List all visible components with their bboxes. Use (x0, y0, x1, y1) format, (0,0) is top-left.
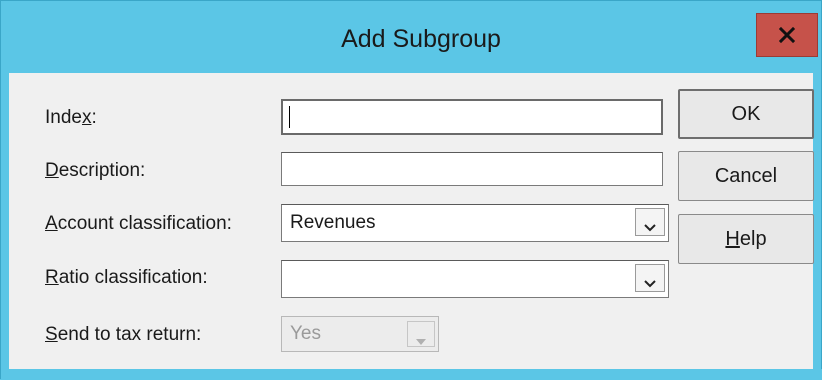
close-button[interactable] (756, 13, 818, 57)
account-classification-dropdown-button[interactable] (635, 208, 665, 236)
window-bottom-border (1, 369, 822, 380)
account-classification-value: Revenues (290, 212, 376, 233)
send-to-tax-return-select[interactable]: Yes (281, 316, 439, 352)
close-icon (778, 26, 796, 44)
index-input[interactable] (281, 99, 663, 135)
index-label: Index: (45, 107, 97, 128)
send-to-tax-return-value: Yes (290, 323, 321, 344)
triangle-down-icon (415, 330, 427, 345)
chevron-down-icon (643, 217, 657, 232)
title-bar[interactable]: Add Subgroup (1, 1, 821, 71)
ratio-classification-dropdown-button[interactable] (635, 264, 665, 292)
description-label: Description: (45, 160, 146, 181)
add-subgroup-dialog: Add Subgroup Index: Description: Account… (0, 0, 822, 380)
ratio-classification-label: Ratio classification: (45, 267, 208, 288)
help-button[interactable]: Help (678, 214, 814, 264)
text-caret (289, 106, 290, 128)
send-to-tax-return-label: Send to tax return: (45, 324, 202, 345)
account-classification-select[interactable]: Revenues (281, 204, 669, 242)
ok-button[interactable]: OK (678, 89, 814, 139)
cancel-button[interactable]: Cancel (678, 151, 814, 201)
dialog-body: Index: Description: Account classificati… (9, 73, 814, 369)
send-to-tax-return-dropdown-button[interactable] (407, 321, 435, 347)
ratio-classification-select[interactable] (281, 260, 669, 298)
account-classification-label: Account classification: (45, 213, 232, 234)
description-input[interactable] (281, 152, 663, 186)
chevron-down-icon (643, 273, 657, 288)
dialog-title: Add Subgroup (341, 25, 501, 53)
